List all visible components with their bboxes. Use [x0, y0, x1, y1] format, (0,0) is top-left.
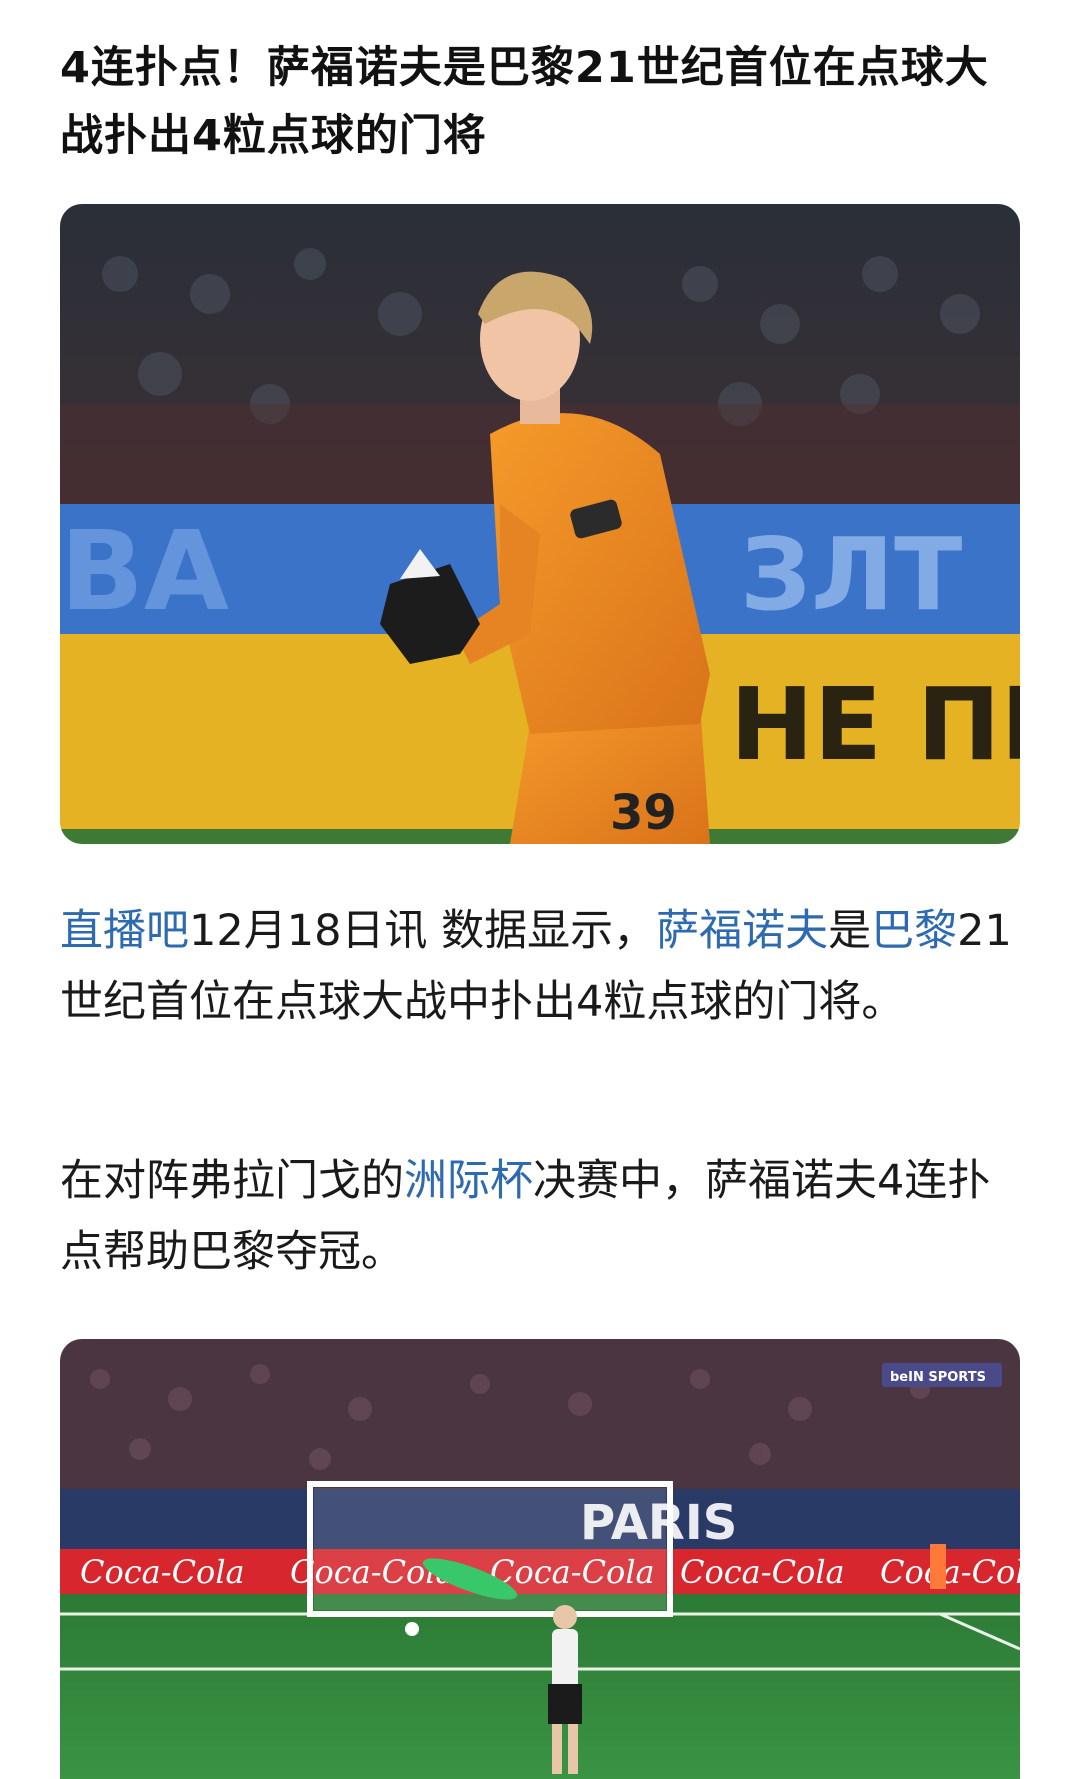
penalty-shootout-photo-art: PARIS Coca-Cola Coca-Cola Coca-Cola Coca…	[60, 1339, 1020, 1779]
goalkeeper-photo[interactable]: BA ЗЛТ НЕ ПР	[60, 204, 1020, 844]
lead-text: 在对阵弗拉门戈的	[60, 1156, 404, 1206]
player-link[interactable]: 萨福诺夫	[656, 906, 828, 956]
board-text-bottom: НЕ ПР	[730, 666, 1020, 783]
shirt-number: 39	[610, 785, 677, 841]
article-title: 4连扑点！萨福诺夫是巴黎21世纪首位在点球大战扑出4粒点球的门将	[60, 43, 989, 161]
article: 4连扑点！萨福诺夫是巴黎21世纪首位在点球大战扑出4粒点球的门将 BA ЗЛТ …	[0, 0, 1080, 1779]
broadcaster-bug: beIN SPORTS	[890, 1370, 986, 1385]
ad-text-4: Coca-Cola	[680, 1553, 845, 1591]
ad-text-1: Coca-Cola	[80, 1553, 245, 1591]
cup-link[interactable]: 洲际杯	[404, 1156, 533, 1206]
board-text-left: BA	[60, 507, 229, 635]
paragraph-2: 在对阵弗拉门戈的洲际杯决赛中，萨福诺夫4连扑点帮助巴黎夺冠。	[60, 1146, 1020, 1288]
ad-text-5: Coca-Cola	[880, 1553, 1020, 1591]
mid-text: 是	[828, 906, 872, 956]
source-link[interactable]: 直播吧	[60, 906, 189, 956]
club-link[interactable]: 巴黎	[871, 906, 957, 956]
goalkeeper-photo-art: BA ЗЛТ НЕ ПР	[60, 204, 1020, 844]
paragraph-1: 直播吧12月18日讯 数据显示，萨福诺夫是巴黎21世纪首位在点球大战中扑出4粒点…	[60, 896, 1020, 1038]
date-text: 12月18日讯 数据显示，	[189, 906, 657, 956]
board-text-top: ЗЛТ	[740, 516, 962, 633]
penalty-shootout-photo[interactable]: PARIS Coca-Cola Coca-Cola Coca-Cola Coca…	[60, 1339, 1020, 1779]
